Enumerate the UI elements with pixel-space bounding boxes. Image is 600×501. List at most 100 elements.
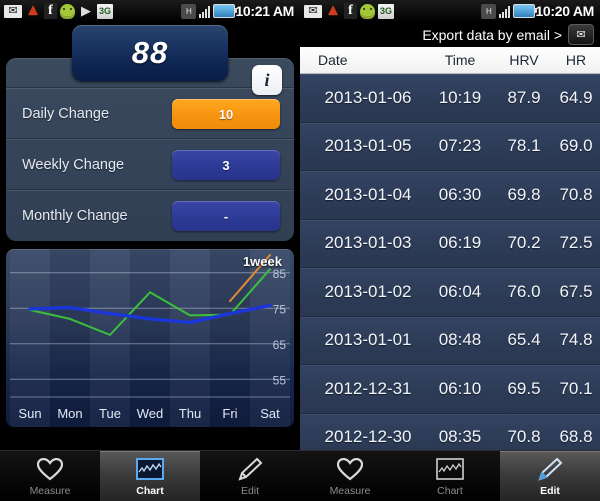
right-status-right-icons: H xyxy=(481,3,538,19)
tab-chart-label: Chart xyxy=(437,485,463,497)
weekly-change-value: 3 xyxy=(172,150,280,180)
chart-x-tick: Sun xyxy=(18,406,41,421)
table-row[interactable]: 2013-01-02 06:04 76.0 67.5 xyxy=(300,268,600,317)
sync-icon: H xyxy=(181,3,197,19)
cell-hrv: 76.0 xyxy=(507,281,541,301)
left-status-right-icons: H xyxy=(181,3,238,19)
cell-date: 2012-12-30 xyxy=(324,427,412,447)
tab-measure[interactable]: Measure xyxy=(0,451,100,501)
daily-change-value: 10 xyxy=(172,99,280,129)
cell-time: 06:10 xyxy=(438,378,482,398)
weekly-change-label: Weekly Change xyxy=(22,157,125,173)
table-row[interactable]: 2013-01-03 06:19 70.2 72.5 xyxy=(300,219,600,268)
tab-edit[interactable]: Edit xyxy=(500,451,600,501)
table-row[interactable]: 2012-12-30 08:35 70.8 68.8 xyxy=(300,413,600,451)
change-row-monthly[interactable]: Monthly Change - xyxy=(6,190,294,241)
tab-chart-label: Chart xyxy=(136,485,164,497)
pencil-icon xyxy=(237,455,263,483)
export-label: Export data by email > xyxy=(422,26,562,43)
tab-measure[interactable]: Measure xyxy=(300,451,400,501)
chart-range-label: 1week xyxy=(242,254,282,269)
3g-icon: 3G xyxy=(97,3,113,19)
android-icon xyxy=(360,3,375,19)
changes-card: i Daily Change 10 Weekly Change 3 Monthl… xyxy=(6,58,294,241)
cell-date: 2013-01-04 xyxy=(324,184,412,204)
score-header: 88 xyxy=(0,22,300,81)
chart-y-axis-labels: 55657585 xyxy=(273,267,287,388)
table-row[interactable]: 2013-01-05 07:23 78.1 69.0 xyxy=(300,122,600,171)
cell-hr: 72.5 xyxy=(559,233,593,253)
table-body: 2013-01-06 10:19 87.9 64.9 2013-01-05 07:23 78… xyxy=(300,74,600,451)
right-status-bar: ✉ ▲ f 3G H 10:20 AM xyxy=(300,0,600,22)
cell-date: 2013-01-02 xyxy=(324,281,412,301)
tab-chart[interactable]: Chart xyxy=(400,451,500,501)
cell-date: 2013-01-01 xyxy=(324,330,412,350)
signal-icon xyxy=(199,5,211,18)
cell-hr: 67.5 xyxy=(559,281,593,301)
heart-icon xyxy=(337,455,363,483)
trend-chart[interactable]: 1week 55 65 75 85 Sun Mon Tue Wed Thu Fri Sat xyxy=(6,249,294,427)
tab-measure-label: Measure xyxy=(329,485,371,497)
left-phone-panel: ✉ ▲ f ▶ 3G H 10:21 AM 88 i Daily Change … xyxy=(0,0,300,501)
tab-edit-label: Edit xyxy=(540,485,560,497)
chart-x-tick: Mon xyxy=(57,406,82,421)
mail-icon: ✉ xyxy=(4,4,22,18)
daily-change-label: Daily Change xyxy=(22,106,110,122)
cell-hr: 64.9 xyxy=(559,87,593,107)
chart-icon xyxy=(136,455,164,483)
info-button[interactable]: i xyxy=(252,65,282,95)
change-row-daily[interactable]: Daily Change 10 xyxy=(6,88,294,139)
column-header-hr: HR xyxy=(565,52,587,68)
tab-measure-label: Measure xyxy=(29,485,71,497)
cell-time: 08:48 xyxy=(438,330,482,350)
monthly-change-label: Monthly Change xyxy=(22,208,128,224)
chart-y-tick: 75 xyxy=(273,302,287,316)
facebook-icon: f xyxy=(44,3,57,19)
sync-icon: H xyxy=(481,3,497,19)
table-row[interactable]: 2012-12-31 06:10 69.5 70.1 xyxy=(300,365,600,414)
play-icon: ▶ xyxy=(81,3,91,18)
chart-x-axis-labels: Sun Mon Tue Wed Thu Fri Sat xyxy=(18,406,280,421)
tab-edit[interactable]: Edit xyxy=(200,451,300,501)
cell-time: 06:19 xyxy=(438,233,482,253)
export-bar[interactable]: Export data by email > ✉ xyxy=(300,22,600,47)
cell-hrv: 87.9 xyxy=(507,87,541,107)
table-row[interactable]: 2013-01-01 08:48 65.4 74.8 xyxy=(300,316,600,365)
cell-hrv: 78.1 xyxy=(507,136,541,156)
chart-x-tick: Thu xyxy=(179,406,201,421)
signal-icon xyxy=(499,5,511,18)
right-phone-panel: ✉ ▲ f 3G H 10:20 AM Export data by email… xyxy=(300,0,600,501)
cell-hrv: 69.5 xyxy=(507,378,541,398)
cell-hrv: 70.2 xyxy=(507,233,541,253)
cell-time: 06:30 xyxy=(438,184,482,204)
mail-icon: ✉ xyxy=(304,4,322,18)
cell-hr: 74.8 xyxy=(559,330,593,350)
right-tab-bar: Measure Chart Edit xyxy=(300,450,600,501)
monthly-change-value: - xyxy=(172,201,280,231)
cell-date: 2013-01-06 xyxy=(324,87,412,107)
warning-icon: ▲ xyxy=(25,2,41,19)
column-header-hrv: HRV xyxy=(509,52,539,68)
warning-icon: ▲ xyxy=(325,2,341,19)
chart-y-tick: 55 xyxy=(273,373,287,387)
table-header-row: Date Time HRV HR xyxy=(300,47,600,74)
cell-hr: 70.1 xyxy=(559,378,593,398)
cell-time: 06:04 xyxy=(438,281,482,301)
envelope-icon[interactable]: ✉ xyxy=(568,24,594,45)
chart-x-tick: Sat xyxy=(260,406,280,421)
chart-x-tick: Wed xyxy=(137,406,164,421)
cell-date: 2013-01-05 xyxy=(324,136,412,156)
tab-edit-label: Edit xyxy=(240,485,260,497)
left-status-bar: ✉ ▲ f ▶ 3G H 10:21 AM xyxy=(0,0,300,22)
chart-labels-layer: 55657585 Sun Mon Tue Wed Thu Fri Sat xyxy=(18,267,287,421)
left-clock: 10:21 AM xyxy=(235,3,294,19)
column-header-time: Time xyxy=(444,52,476,68)
table-row[interactable]: 2013-01-06 10:19 87.9 64.9 xyxy=(300,74,600,123)
table-row[interactable]: 2013-01-04 06:30 69.8 70.8 xyxy=(300,171,600,220)
tab-chart[interactable]: Chart xyxy=(100,451,200,501)
change-row-weekly[interactable]: Weekly Change 3 xyxy=(6,139,294,190)
cell-time: 07:23 xyxy=(438,136,482,156)
data-table: Date Time HRV HR 2013-01-06 10:19 87.9 64.9… xyxy=(300,47,600,451)
chart-icon xyxy=(436,455,464,483)
battery-icon xyxy=(213,4,238,18)
